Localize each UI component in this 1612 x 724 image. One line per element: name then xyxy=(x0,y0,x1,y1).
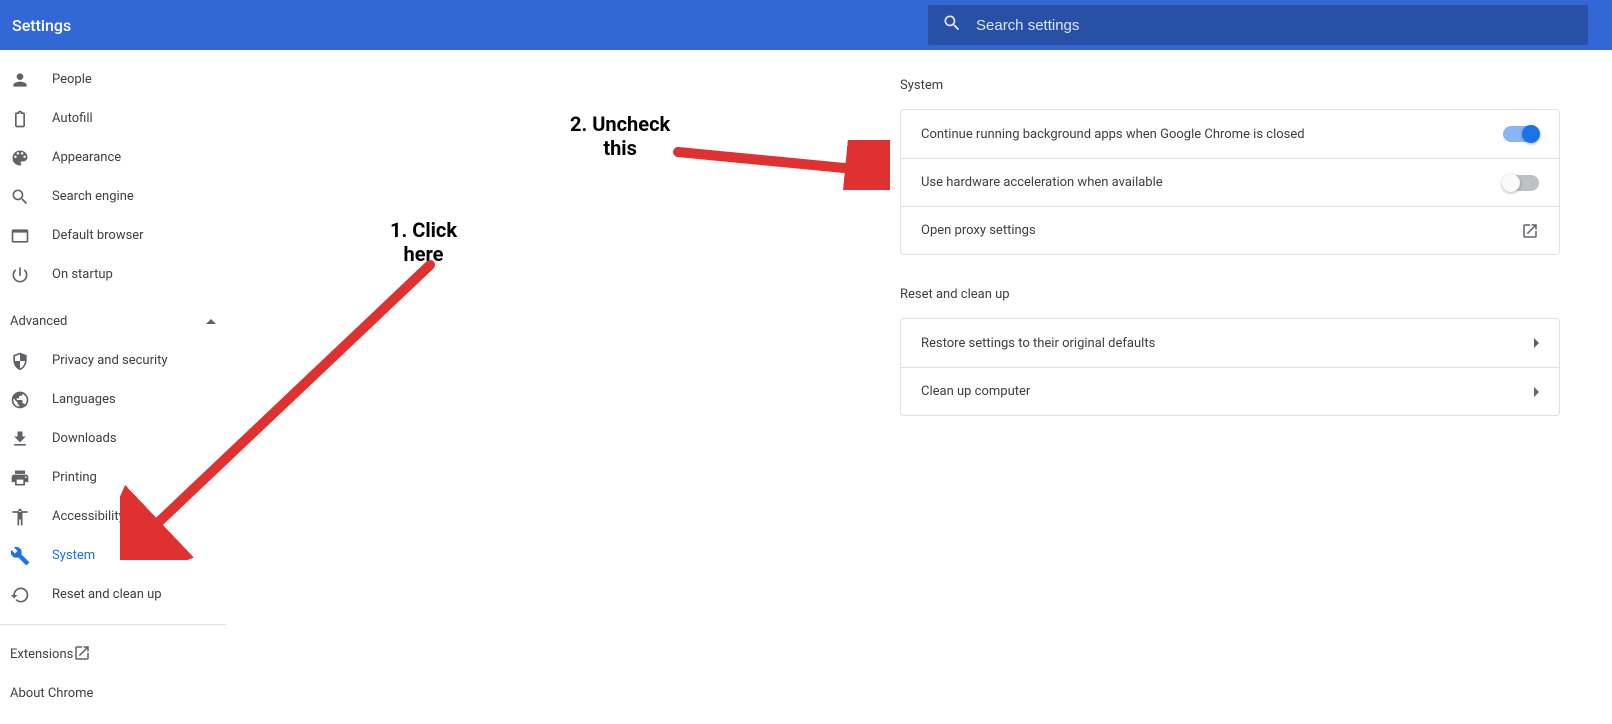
page-title: Settings xyxy=(12,16,71,35)
sidebar: People Autofill Appearance Search engine… xyxy=(0,50,226,724)
globe-icon xyxy=(10,390,30,410)
launch-icon xyxy=(73,644,91,666)
annotation-text: 1. Click xyxy=(390,218,457,242)
sidebar-item-label: Autofill xyxy=(52,111,93,126)
sidebar-item-people[interactable]: People xyxy=(0,60,226,99)
row-label: Restore settings to their original defau… xyxy=(921,336,1155,351)
row-label: Use hardware acceleration when available xyxy=(921,175,1163,190)
sidebar-item-printing[interactable]: Printing xyxy=(0,458,226,497)
search-input[interactable] xyxy=(976,17,1574,34)
sidebar-item-label: Extensions xyxy=(10,647,73,662)
chevron-right-icon xyxy=(1534,338,1539,348)
search-box[interactable] xyxy=(928,5,1588,45)
advanced-label: Advanced xyxy=(10,314,67,329)
sidebar-item-label: Reset and clean up xyxy=(52,587,162,602)
sidebar-item-label: Languages xyxy=(52,392,116,407)
sidebar-item-label: Accessibility xyxy=(52,509,125,524)
clipboard-icon xyxy=(10,109,30,129)
palette-icon xyxy=(10,148,30,168)
row-cleanup-computer[interactable]: Clean up computer xyxy=(901,367,1559,415)
sidebar-item-label: Appearance xyxy=(52,150,121,165)
chevron-right-icon xyxy=(1534,387,1539,397)
chevron-up-icon xyxy=(206,319,216,324)
sidebar-item-default-browser[interactable]: Default browser xyxy=(0,216,226,255)
header: Settings xyxy=(0,0,1612,50)
row-proxy-settings[interactable]: Open proxy settings xyxy=(901,206,1559,254)
sidebar-item-accessibility[interactable]: Accessibility xyxy=(0,497,226,536)
sidebar-item-label: Search engine xyxy=(52,189,134,204)
sidebar-item-privacy[interactable]: Privacy and security xyxy=(0,341,226,380)
sidebar-item-reset[interactable]: Reset and clean up xyxy=(0,575,226,614)
sidebar-item-label: People xyxy=(52,72,92,87)
row-label: Continue running background apps when Go… xyxy=(921,127,1305,142)
sidebar-item-extensions[interactable]: Extensions xyxy=(0,635,226,674)
sidebar-item-label: Privacy and security xyxy=(52,353,168,368)
sidebar-item-on-startup[interactable]: On startup xyxy=(0,255,226,294)
sidebar-item-label: Default browser xyxy=(52,228,144,243)
sidebar-item-label: Downloads xyxy=(52,431,117,446)
toggle-background-apps[interactable] xyxy=(1503,126,1539,142)
person-icon xyxy=(10,70,30,90)
reset-card: Restore settings to their original defau… xyxy=(900,318,1560,416)
row-hardware-accel[interactable]: Use hardware acceleration when available xyxy=(901,158,1559,206)
browser-icon xyxy=(10,226,30,246)
restore-icon xyxy=(10,585,30,605)
sidebar-item-search-engine[interactable]: Search engine xyxy=(0,177,226,216)
toggle-hardware-accel[interactable] xyxy=(1503,175,1539,191)
annotation-text: here xyxy=(390,242,457,266)
annotation-2: 2. Uncheck this xyxy=(570,112,670,160)
sidebar-item-appearance[interactable]: Appearance xyxy=(0,138,226,177)
sidebar-item-about[interactable]: About Chrome xyxy=(0,674,226,713)
sidebar-item-label: System xyxy=(52,548,95,563)
search-icon xyxy=(10,187,30,207)
sidebar-item-label: Printing xyxy=(52,470,97,485)
row-background-apps[interactable]: Continue running background apps when Go… xyxy=(901,110,1559,158)
sidebar-item-system[interactable]: System xyxy=(0,536,226,575)
power-icon xyxy=(10,265,30,285)
annotation-text: this xyxy=(570,136,670,160)
launch-icon xyxy=(1521,222,1539,240)
search-icon xyxy=(942,13,962,37)
printer-icon xyxy=(10,468,30,488)
row-label: Open proxy settings xyxy=(921,223,1036,238)
sidebar-item-label: On startup xyxy=(52,267,113,282)
sidebar-item-languages[interactable]: Languages xyxy=(0,380,226,419)
section-title-system: System xyxy=(900,78,1560,93)
annotation-text: 2. Uncheck xyxy=(570,112,670,136)
section-title-reset: Reset and clean up xyxy=(900,287,1560,302)
advanced-toggle[interactable]: Advanced xyxy=(0,302,226,341)
sidebar-item-label: About Chrome xyxy=(10,686,93,701)
system-card: Continue running background apps when Go… xyxy=(900,109,1560,255)
content-area: System Continue running background apps … xyxy=(900,66,1560,416)
download-icon xyxy=(10,429,30,449)
annotation-1: 1. Click here xyxy=(390,218,457,266)
wrench-icon xyxy=(10,546,30,566)
row-label: Clean up computer xyxy=(921,384,1030,399)
divider xyxy=(0,624,226,625)
shield-icon xyxy=(10,351,30,371)
annotation-arrow-2 xyxy=(670,140,890,190)
sidebar-item-downloads[interactable]: Downloads xyxy=(0,419,226,458)
sidebar-item-autofill[interactable]: Autofill xyxy=(0,99,226,138)
accessibility-icon xyxy=(10,507,30,527)
row-restore-defaults[interactable]: Restore settings to their original defau… xyxy=(901,319,1559,367)
